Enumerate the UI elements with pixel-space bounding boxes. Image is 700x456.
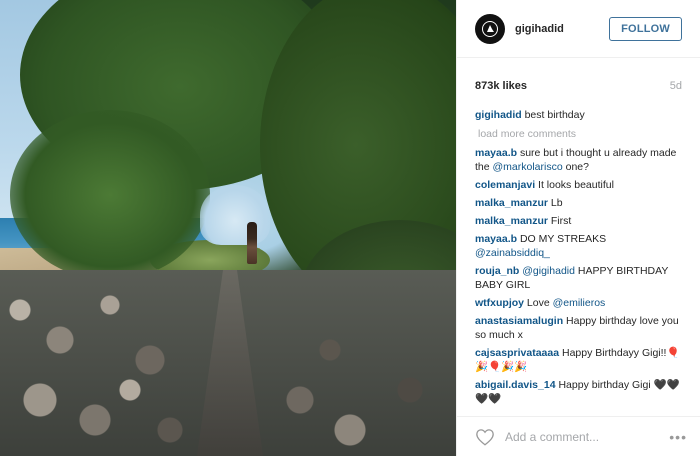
comment-text: Love xyxy=(526,297,553,309)
avatar-logo xyxy=(482,20,498,37)
add-comment-input[interactable] xyxy=(505,429,670,444)
caption-text: best birthday xyxy=(524,109,585,121)
comment-text: It looks beautiful xyxy=(538,179,614,191)
comment-text: First xyxy=(550,215,572,227)
comment-text: DO MY STREAKS xyxy=(519,233,607,245)
comment-container: mayaa.b sure but i thought u already mad… xyxy=(475,146,682,406)
comment-row: colemanjavi It looks beautiful xyxy=(475,178,682,192)
load-more-comments-link[interactable]: load more comments xyxy=(478,128,682,140)
post-age[interactable]: 5d xyxy=(670,80,682,92)
comment-username[interactable]: malka_manzur xyxy=(475,197,548,209)
comment-row: malka_manzur First xyxy=(475,214,682,228)
post-sidebar: gigihadid FOLLOW 873k likes 5d gigihadid… xyxy=(456,0,700,456)
comment-mention[interactable]: @markolarisco xyxy=(493,161,563,173)
comment-mention[interactable]: @emilieros xyxy=(553,297,606,309)
comment-row: mayaa.b DO MY STREAKS @zainabsiddiq_ xyxy=(475,232,682,260)
comment-username[interactable]: wtfxupjoy xyxy=(475,297,524,309)
heart-icon[interactable] xyxy=(475,428,495,446)
post-photo[interactable] xyxy=(0,0,456,456)
comment-text: Lb xyxy=(550,197,563,209)
photo-tree-arch-opening xyxy=(200,185,270,245)
comment-mention[interactable]: @gigihadid xyxy=(522,265,575,277)
comment-row: mayaa.b sure but i thought u already mad… xyxy=(475,146,682,174)
caption: gigihadid best birthday xyxy=(475,108,682,122)
photo-person xyxy=(247,222,257,264)
comment-mention[interactable]: @zainabsiddiq_ xyxy=(475,247,550,259)
comment-row: anastasiamalugin Happy birthday love you… xyxy=(475,314,682,342)
comments-list: gigihadid best birthday load more commen… xyxy=(457,100,700,406)
likes-count[interactable]: 873k likes xyxy=(475,80,527,92)
add-comment-bar: ••• xyxy=(457,416,700,456)
avatar[interactable] xyxy=(475,13,505,44)
post-username[interactable]: gigihadid xyxy=(515,23,609,35)
comment-username[interactable]: mayaa.b xyxy=(475,233,517,245)
comment-text: one? xyxy=(562,161,589,173)
comment-username[interactable]: colemanjavi xyxy=(475,179,535,191)
more-options-icon[interactable]: ••• xyxy=(669,429,687,445)
comment-row: malka_manzur Lb xyxy=(475,196,682,210)
follow-button[interactable]: FOLLOW xyxy=(609,16,682,41)
comment-username[interactable]: cajsasprivataaaa xyxy=(475,347,559,359)
comment-row: wtfxupjoy Love @emilieros xyxy=(475,296,682,310)
comment-username[interactable]: anastasiamalugin xyxy=(475,315,563,327)
comment-row: abigail.davis_14 Happy birthday Gigi 🖤🖤🖤… xyxy=(475,378,682,406)
comment-username[interactable]: malka_manzur xyxy=(475,215,548,227)
comment-username[interactable]: mayaa.b xyxy=(475,147,517,159)
comment-row: cajsasprivataaaa Happy Birthdayy Gigi!!🎈… xyxy=(475,346,682,374)
caption-username[interactable]: gigihadid xyxy=(475,109,522,121)
comment-username[interactable]: abigail.davis_14 xyxy=(475,379,556,391)
post-meta: 873k likes 5d xyxy=(457,58,700,100)
comment-username[interactable]: rouja_nb xyxy=(475,265,519,277)
post-header: gigihadid FOLLOW xyxy=(457,0,700,58)
comment-row: rouja_nb @gigihadid HAPPY BIRTHDAY BABY … xyxy=(475,264,682,292)
photo-tree-canopy xyxy=(10,110,210,280)
